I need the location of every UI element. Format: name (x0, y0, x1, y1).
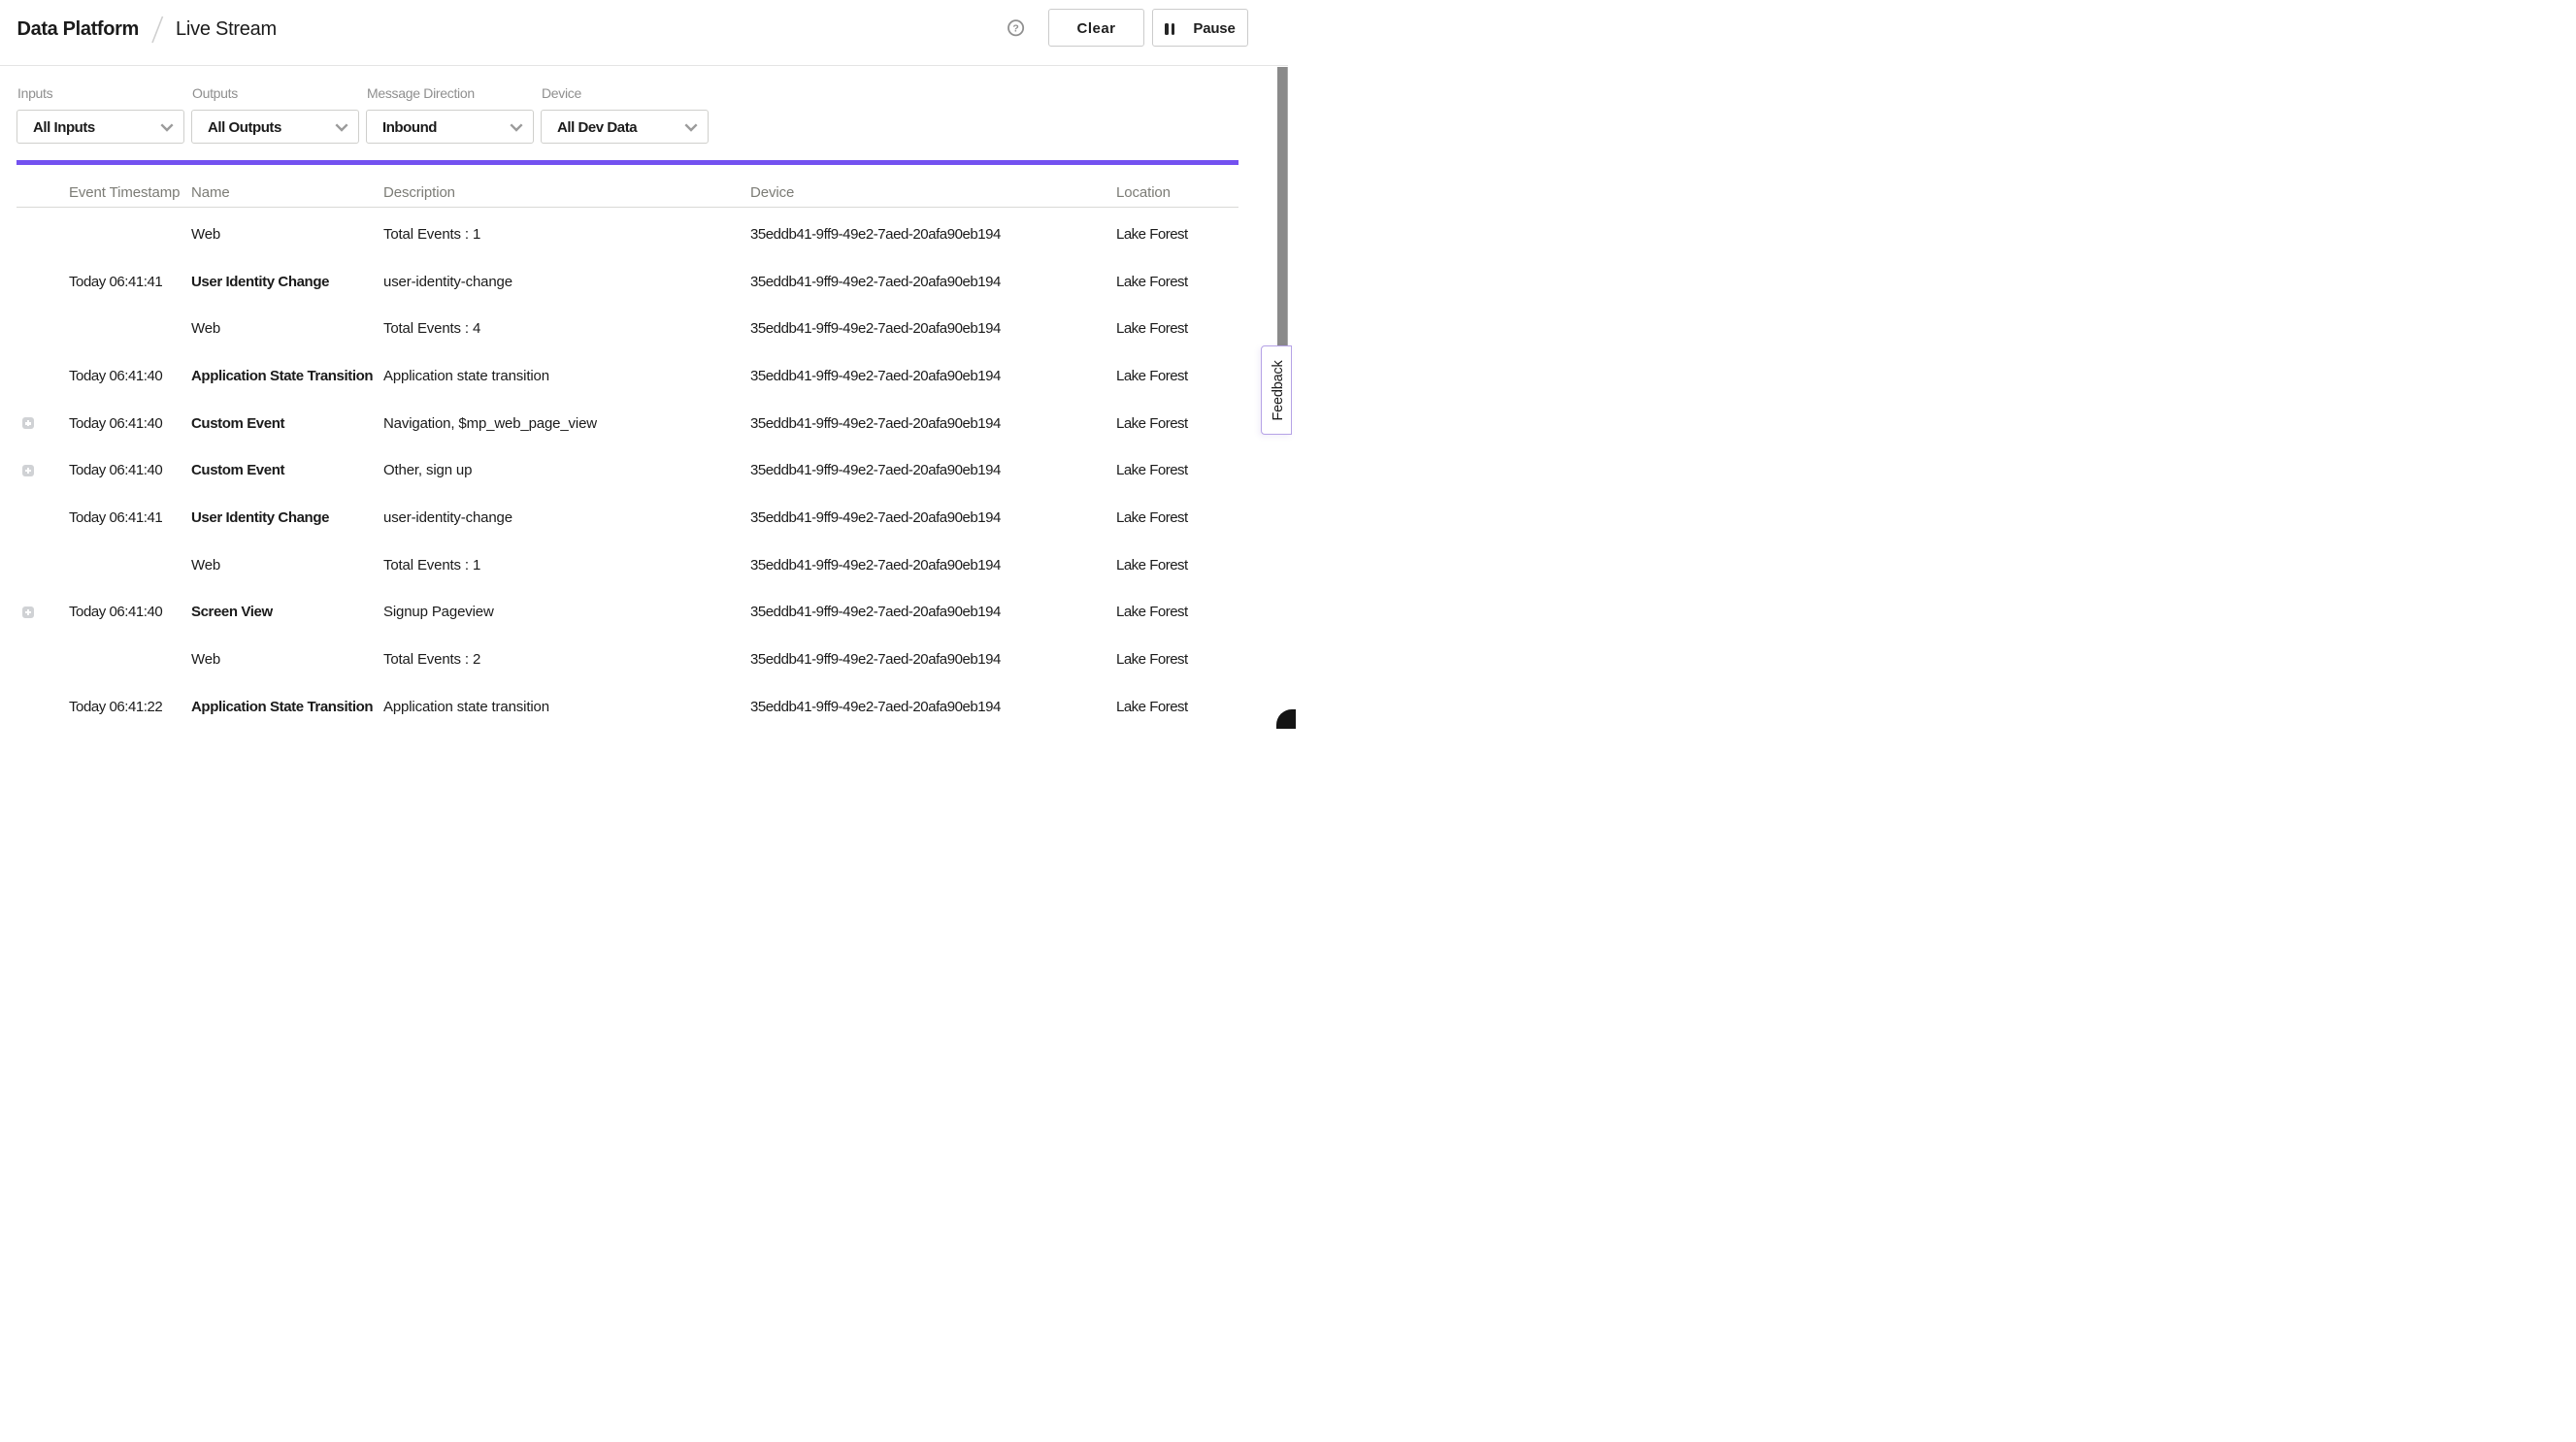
svg-text:?: ? (1012, 22, 1018, 34)
